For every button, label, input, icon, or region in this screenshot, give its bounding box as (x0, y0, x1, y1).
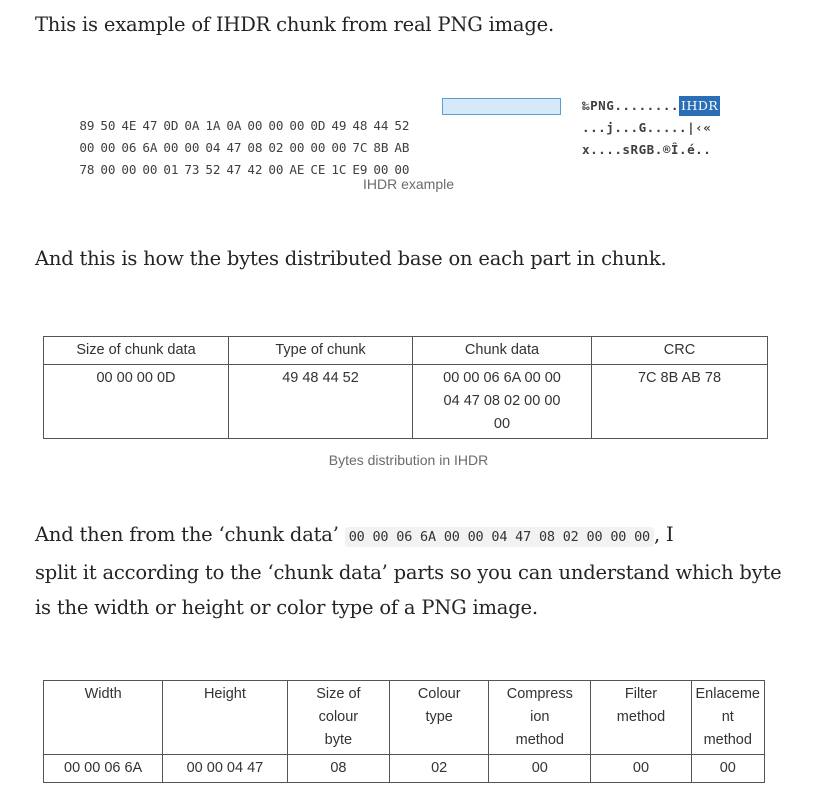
table-header: Chunk data (412, 336, 592, 365)
ascii-text: ‰PNG........ (582, 98, 679, 113)
table-cell: 00 00 06 6A 00 00 04 47 08 02 00 00 00 (412, 364, 592, 439)
header-line: ion (530, 709, 550, 725)
table-header: Size of colour byte (286, 680, 391, 755)
paragraph: And this is how the bytes distributed ba… (35, 247, 667, 270)
table-cell: 00 (488, 754, 592, 783)
table-header: Size of chunk data (43, 336, 229, 365)
paragraph-text: split it according to the ‘chunk data’ p… (35, 561, 782, 584)
table-header: Enlaceme nt method (690, 680, 766, 755)
header-line: method (703, 732, 752, 748)
table-header: Colour type (389, 680, 490, 755)
table-header: Width (42, 680, 164, 755)
header-line: byte (324, 732, 353, 748)
header-line: Height (203, 686, 246, 702)
table-caption: Bytes distribution in IHDR (328, 452, 489, 468)
table-cell: 00 00 06 6A (42, 754, 164, 783)
header-line: colour (318, 709, 359, 725)
hexdump-row: 89 50 4E 47 0D 0A 1A 0A 00 00 00 0D 49 48 44 52 ‰PNG...… (49, 96, 721, 133)
chunk-data-line: 04 47 08 02 00 00 (443, 393, 561, 409)
ihdr-bytes-highlight (442, 98, 561, 115)
paragraph-text: And then from the ‘chunk data’ (35, 523, 345, 546)
table-cell: 02 (389, 754, 490, 783)
ihdr-ascii-highlight: IHDR (679, 96, 721, 116)
bytes-distribution-table: Size of chunk data Type of chunk Chunk d… (43, 336, 768, 439)
hexdump-row: 78 00 00 00 01 73 52 47 42 00 AE CE 1C E9 00 00 x....sR… (49, 140, 710, 177)
header-line: Size of (316, 686, 361, 702)
ascii-text: ...j...G.....|‹« (582, 120, 712, 135)
table-header: Type of chunk (228, 336, 413, 365)
header-line: Enlaceme (695, 686, 760, 702)
table-cell: 49 48 44 52 (228, 364, 413, 439)
header-line: method (515, 732, 564, 748)
table-header: CRC (591, 336, 768, 365)
header-line: Filter (624, 686, 658, 702)
chunk-data-line: 00 00 06 6A 00 00 (443, 370, 561, 386)
table-cell: 00 00 04 47 (162, 754, 288, 783)
table-cell: 08 (286, 754, 391, 783)
header-line: method (616, 709, 666, 725)
paragraph-text: , I (653, 523, 674, 546)
table-cell: 00 00 00 0D (43, 364, 229, 439)
header-line: Width (84, 686, 122, 702)
paragraph: And then from the ‘chunk data’ 00 00 06 … (35, 517, 795, 625)
table-cell: 00 (590, 754, 692, 783)
ascii-text: x....sRGB.®Î.é.. (582, 142, 712, 157)
header-line: Colour (417, 686, 461, 702)
table-cell: 7C 8B AB 78 (591, 364, 768, 439)
chunk-data-line: 00 (493, 416, 511, 432)
table-cell: 00 (690, 754, 766, 783)
header-line: Compress (506, 686, 573, 702)
hexdump-row: 00 00 06 6A 00 00 04 47 08 02 00 00 00 7C 8B AB ...j...… (49, 118, 710, 155)
intro-paragraph: This is example of IHDR chunk from real … (35, 13, 554, 36)
table-header: Height (162, 680, 288, 755)
chunk-data-parts-table: Width Height Size of colour byte Colour type Co… (42, 680, 766, 783)
inline-code: 00 00 06 6A 00 00 04 47 08 02 00 00 00 (344, 527, 654, 547)
paragraph-text: is the width or height or color type of … (35, 596, 538, 619)
figure-caption: IHDR example (362, 176, 455, 192)
header-line: type (425, 709, 453, 725)
header-line: nt (721, 709, 734, 725)
table-header: Compress ion method (488, 680, 592, 755)
table-header: Filter method (590, 680, 692, 755)
